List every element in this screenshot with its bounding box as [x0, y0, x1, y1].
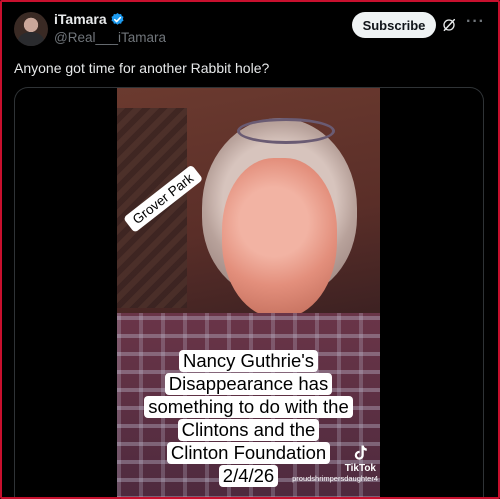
grok-icon[interactable] [441, 17, 457, 33]
caption-line: Clinton Foundation [166, 442, 331, 464]
author-display-name[interactable]: iTamara [54, 11, 107, 27]
avatar[interactable] [14, 12, 48, 46]
tiktok-logo-icon [355, 445, 368, 460]
caption-line: Nancy Guthrie's [178, 350, 319, 372]
tweet-text: Anyone got time for another Rabbit hole? [14, 60, 270, 76]
caption-line: 2/4/26 [218, 465, 279, 487]
caption-line: Disappearance has [164, 373, 333, 395]
caption-line: Clintons and the [177, 419, 320, 441]
subscribe-button[interactable]: Subscribe [352, 12, 436, 38]
video-caption: Nancy Guthrie's Disappearance has someth… [117, 350, 380, 488]
tiktok-username: proudshrimpersdaughter4 [292, 474, 378, 483]
video-player[interactable]: Grover Park Nancy Guthrie's Disappearanc… [117, 88, 380, 499]
author-name-row: iTamara [54, 11, 125, 27]
video-subject-glasses [237, 118, 335, 144]
tiktok-brand: TikTok [344, 463, 376, 474]
verified-badge-icon [111, 12, 124, 25]
video-subject-face [222, 158, 337, 318]
caption-line: something to do with the [144, 396, 353, 418]
tiktok-watermark: TikTok [345, 443, 376, 474]
author-handle[interactable]: @Real___iTamara [54, 30, 166, 45]
more-icon[interactable]: ··· [466, 14, 484, 33]
media-container[interactable]: Grover Park Nancy Guthrie's Disappearanc… [14, 87, 484, 499]
tweet-header: iTamara @Real___iTamara Subscribe ··· [14, 10, 486, 50]
